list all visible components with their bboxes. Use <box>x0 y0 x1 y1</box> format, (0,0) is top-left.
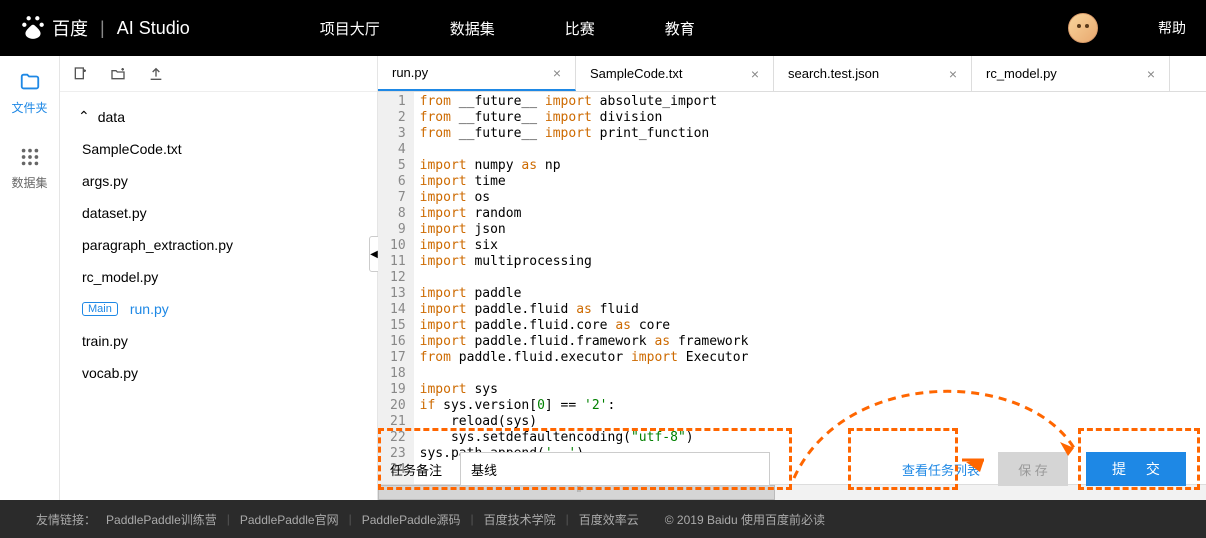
rail-datasets[interactable]: 数据集 <box>0 131 59 206</box>
footer: 友情链接： PaddlePaddle训练营| PaddlePaddle官网| P… <box>0 500 1206 538</box>
rail-files[interactable]: 文件夹 <box>0 56 59 131</box>
file-tree: ⌃ data SampleCode.txt args.py dataset.py… <box>60 92 377 500</box>
tree-item-dataset[interactable]: dataset.py <box>60 197 377 229</box>
close-icon[interactable]: × <box>1147 66 1155 82</box>
tree-folder-data[interactable]: ⌃ data <box>60 100 377 133</box>
baidu-paw-icon <box>20 15 46 41</box>
task-input[interactable] <box>460 452 770 486</box>
brand-baidu: 百度 <box>52 15 88 41</box>
tab-rcmodel[interactable]: rc_model.py× <box>972 56 1170 91</box>
logo[interactable]: 百度 | AI Studio <box>20 15 190 41</box>
upload-icon[interactable] <box>148 66 164 82</box>
footer-copyright: © 2019 Baidu 使用百度前必读 <box>665 511 825 528</box>
code-container: 123456789101112131415161718192021222324 … <box>378 92 1206 484</box>
close-icon[interactable]: × <box>751 66 759 82</box>
nav-competitions[interactable]: 比赛 <box>565 18 595 39</box>
avatar[interactable] <box>1068 13 1098 43</box>
file-toolbar <box>60 56 377 92</box>
tree-item-train[interactable]: train.py <box>60 325 377 357</box>
submit-button[interactable]: 提 交 <box>1086 452 1186 486</box>
close-icon[interactable]: × <box>949 66 957 82</box>
folder-icon <box>19 71 41 93</box>
bottom-bar: 任务备注 查看任务列表 保 存 提 交 <box>378 438 1198 500</box>
footer-link-0[interactable]: PaddlePaddle训练营 <box>106 511 217 528</box>
nav-datasets[interactable]: 数据集 <box>450 18 495 39</box>
close-icon[interactable]: × <box>553 65 561 81</box>
line-gutter: 123456789101112131415161718192021222324 <box>378 92 414 484</box>
footer-link-2[interactable]: PaddlePaddle源码 <box>362 511 461 528</box>
folder-label: data <box>98 109 125 125</box>
new-file-icon[interactable] <box>72 66 88 82</box>
save-button[interactable]: 保 存 <box>998 452 1068 486</box>
footer-prefix: 友情链接： <box>36 511 96 528</box>
view-tasks-link[interactable]: 查看任务列表 <box>902 460 980 479</box>
tree-item-paragraph[interactable]: paragraph_extraction.py <box>60 229 377 261</box>
editor-tabs: run.py× SampleCode.txt× search.test.json… <box>378 56 1206 92</box>
footer-link-1[interactable]: PaddlePaddle官网 <box>240 511 339 528</box>
file-panel: ⌃ data SampleCode.txt args.py dataset.py… <box>60 56 378 500</box>
header: 百度 | AI Studio 项目大厅 数据集 比赛 教育 帮助 <box>0 0 1206 56</box>
new-folder-icon[interactable] <box>110 66 126 82</box>
nav-projects[interactable]: 项目大厅 <box>320 18 380 39</box>
main-badge: Main <box>82 302 118 316</box>
grid-icon <box>19 146 41 168</box>
help-link[interactable]: 帮助 <box>1158 18 1186 38</box>
brand-divider: | <box>100 18 105 39</box>
tree-item-label: run.py <box>130 301 169 317</box>
tree-item-args[interactable]: args.py <box>60 165 377 197</box>
nav-education[interactable]: 教育 <box>665 18 695 39</box>
rail-files-label: 文件夹 <box>11 99 47 116</box>
footer-link-4[interactable]: 百度效率云 <box>579 511 639 528</box>
footer-link-3[interactable]: 百度技术学院 <box>484 511 556 528</box>
tree-item-vocab[interactable]: vocab.py <box>60 357 377 389</box>
editor-area: ◀ run.py× SampleCode.txt× search.test.js… <box>378 56 1206 500</box>
tree-item-rcmodel[interactable]: rc_model.py <box>60 261 377 293</box>
tab-run[interactable]: run.py× <box>378 56 576 91</box>
tab-samplecode[interactable]: SampleCode.txt× <box>576 56 774 91</box>
tab-search[interactable]: search.test.json× <box>774 56 972 91</box>
code-body[interactable]: from __future__ import absolute_importfr… <box>414 92 1206 484</box>
tree-item-run[interactable]: Main run.py <box>60 293 377 325</box>
tree-item-samplecode[interactable]: SampleCode.txt <box>60 133 377 165</box>
chevron-down-icon: ⌃ <box>78 108 90 125</box>
task-label: 任务备注 <box>390 460 442 479</box>
header-nav: 项目大厅 数据集 比赛 教育 <box>320 18 695 39</box>
left-rail: 文件夹 数据集 <box>0 56 60 500</box>
rail-datasets-label: 数据集 <box>11 174 47 191</box>
brand-studio: AI Studio <box>117 18 190 39</box>
